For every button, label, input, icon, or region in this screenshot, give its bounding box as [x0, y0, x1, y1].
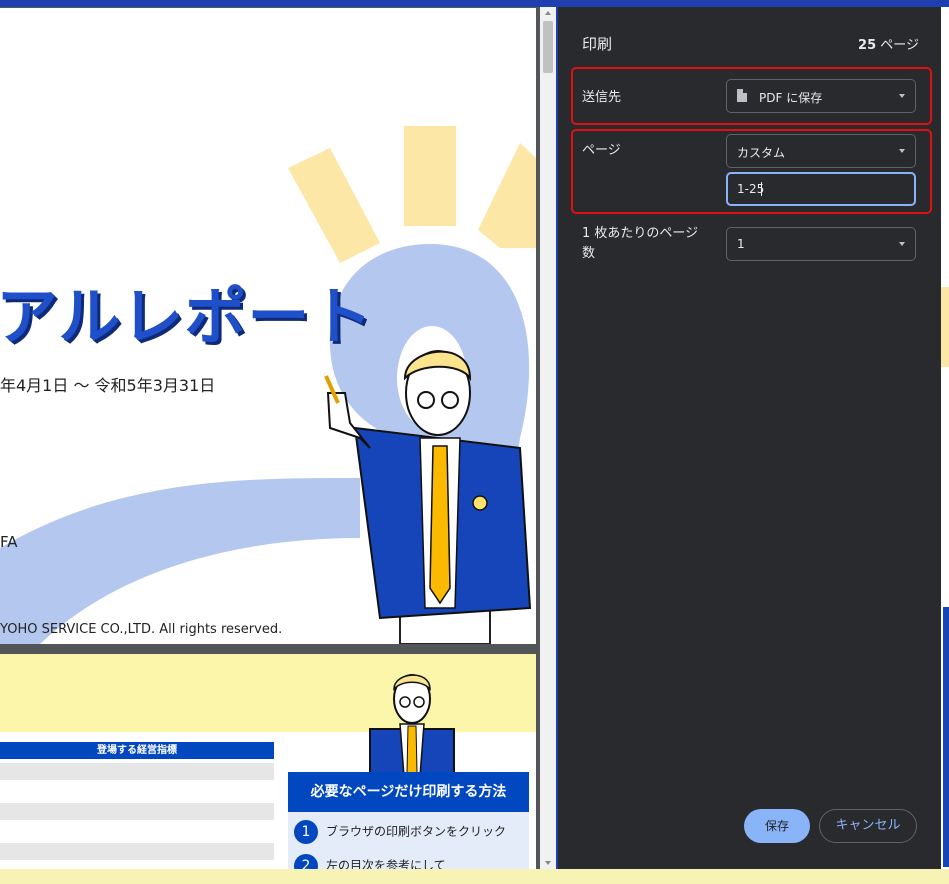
pages-per-sheet-label: 1 枚あたりのページ 数 [582, 224, 698, 264]
blue-swoosh [0, 478, 360, 644]
destination-label: 送信先 [582, 90, 622, 105]
window-top-strip [0, 0, 949, 7]
step-number: 2 [294, 854, 318, 869]
background-page-edge [941, 7, 949, 869]
step-number: 1 [294, 820, 318, 844]
preview-scrollbar[interactable] [540, 7, 556, 869]
sun-ray-right [478, 143, 536, 248]
report-author: FA [0, 533, 18, 551]
report-period: 年4月1日 〜 令和5年3月31日 [0, 376, 216, 395]
text-cursor [761, 182, 762, 196]
step-text: 左の目次を参考にして [326, 858, 446, 870]
print-settings-panel: 印刷 25 ページ 送信先 PDF に保存 ページ カスタム 1-25 1 枚あ… [558, 7, 941, 869]
scroll-down-arrow-icon[interactable] [545, 861, 551, 865]
destination-select[interactable]: PDF に保存 [726, 79, 916, 113]
pages-per-sheet-label-line2: 数 [582, 246, 596, 261]
dropdown-caret-icon [899, 94, 905, 98]
sun-ray-left [288, 148, 380, 263]
preview-page-1: アルレポート 年4月1日 〜 令和5年3月31日 FA YOHO SERVICE… [0, 8, 536, 644]
table-row [0, 803, 274, 820]
pages-value: カスタム [737, 146, 786, 160]
pages-label: ページ [582, 143, 621, 158]
copyright-notice: YOHO SERVICE CO.,LTD. All rights reserve… [0, 622, 283, 637]
table-row [0, 763, 274, 780]
howto-step-2: 2 左の目次を参考にして [294, 854, 446, 869]
print-howto-title: 必要なページだけ印刷する方法 [288, 772, 529, 812]
print-howto-panel: 必要なページだけ印刷する方法 1 ブラウザの印刷ボタンをクリック 2 左の目次を参考… [288, 772, 529, 869]
report-title: アルレポート [0, 280, 374, 353]
pages-select[interactable]: カスタム [726, 134, 916, 168]
page-count-unit: ページ [876, 38, 919, 53]
pages-per-sheet-select[interactable]: 1 [726, 227, 916, 261]
pages-per-sheet-value: 1 [737, 237, 745, 251]
pages-per-sheet-label-line1: 1 枚あたりのページ [582, 226, 699, 241]
page-count-number: 25 [858, 38, 877, 53]
howto-step-1: 1 ブラウザの印刷ボタンをクリック [294, 820, 506, 844]
file-icon [737, 89, 747, 102]
indicators-table-header: 登場する経営指標 [0, 742, 274, 759]
destination-value: PDF に保存 [759, 91, 823, 105]
page-range-input[interactable]: 1-25 [726, 172, 916, 206]
save-button[interactable]: 保存 [744, 809, 810, 843]
dropdown-caret-icon [899, 149, 905, 153]
step-text: ブラウザの印刷ボタンをクリック [326, 824, 507, 839]
dialog-title: 印刷 [582, 35, 613, 53]
preview-page-2: 登場する経営指標 必要なページだけ印刷する方法 1 ブラウザの印刷ボタンをクリック… [0, 654, 536, 869]
table-row [0, 843, 274, 860]
page-count: 25 ページ [858, 34, 919, 53]
sun-ray-center [404, 126, 456, 226]
cancel-button[interactable]: キャンセル [819, 809, 917, 843]
scroll-up-arrow-icon[interactable] [545, 11, 551, 15]
dropdown-caret-icon [899, 242, 905, 246]
scrollbar-thumb[interactable] [543, 21, 553, 73]
window-bottom-strip [0, 869, 949, 884]
